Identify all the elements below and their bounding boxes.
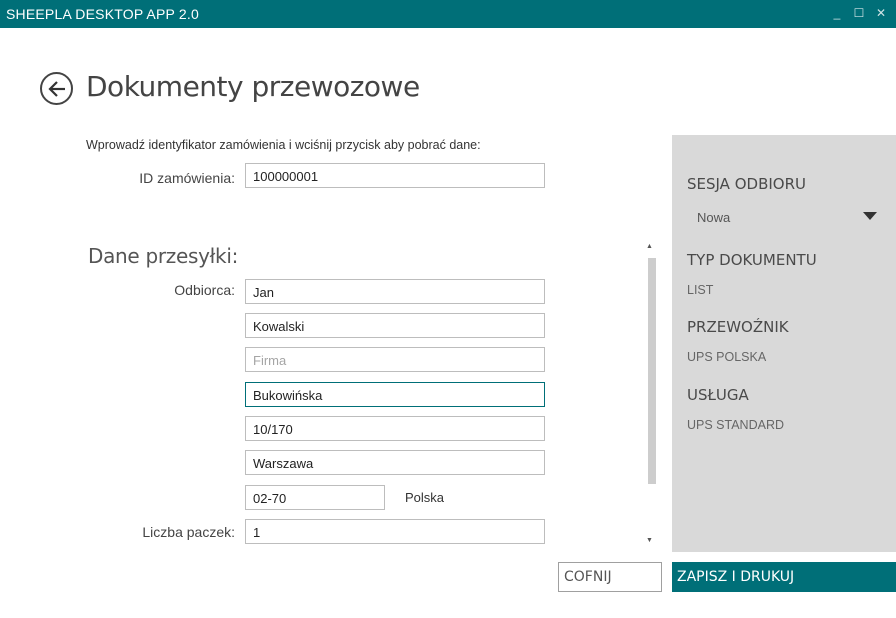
first-name-input[interactable]: Jan	[245, 279, 545, 304]
shipment-section-title: Dane przesyłki:	[88, 244, 239, 268]
app-title: SHEEPLA DESKTOP APP 2.0	[6, 6, 199, 22]
service-heading: USŁUGA	[687, 386, 749, 404]
carrier-heading: PRZEWOŹNIK	[687, 318, 789, 336]
session-heading: SESJA ODBIORU	[687, 175, 806, 193]
close-icon[interactable]: ✕	[872, 4, 890, 22]
order-id-label: ID zamówienia:	[139, 170, 235, 186]
last-name-input[interactable]: Kowalski	[245, 313, 545, 338]
scrollbar-thumb[interactable]	[648, 258, 656, 484]
postal-code-input[interactable]: 02-70	[245, 485, 385, 510]
company-input[interactable]: Firma	[245, 347, 545, 372]
packages-label: Liczba paczek:	[142, 524, 235, 540]
title-bar: SHEEPLA DESKTOP APP 2.0 _ ☐ ✕	[0, 0, 896, 28]
country-value: Polska	[405, 490, 445, 505]
dropdown-arrow-icon	[863, 212, 877, 220]
city-input[interactable]: Warszawa	[245, 450, 545, 475]
doc-type-value: LIST	[687, 283, 714, 297]
back-arrow-circle-icon[interactable]	[40, 72, 73, 105]
order-id-input[interactable]: 100000001	[245, 163, 545, 188]
service-value: UPS STANDARD	[687, 418, 785, 432]
scroll-up-icon[interactable]: ▲	[646, 243, 653, 250]
minimize-icon[interactable]: _	[828, 4, 846, 22]
packages-input[interactable]: 1	[245, 519, 545, 544]
doc-type-heading: TYP DOKUMENTU	[687, 251, 817, 269]
order-instruction: Wprowadź identyfikator zamówienia i wciś…	[86, 138, 481, 152]
scroll-down-icon[interactable]: ▼	[646, 537, 653, 544]
carrier-value: UPS POLSKA	[687, 350, 767, 364]
maximize-icon[interactable]: ☐	[850, 4, 868, 22]
save-print-button[interactable]: ZAPISZ I DRUKUJ	[672, 562, 896, 592]
house-number-input[interactable]: 10/170	[245, 416, 545, 441]
session-value: Nowa	[697, 210, 731, 225]
shipment-options-panel: SESJA ODBIORU Nowa TYP DOKUMENTU LIST PR…	[672, 135, 896, 552]
street-input[interactable]: Bukowińska	[245, 382, 545, 407]
back-arrow-icon	[48, 81, 65, 97]
session-select[interactable]: Nowa	[687, 206, 877, 228]
recipient-label: Odbiorca:	[174, 282, 235, 298]
page-title: Dokumenty przewozowe	[86, 70, 420, 103]
cofnij-button[interactable]: COFNIJ	[558, 562, 662, 592]
